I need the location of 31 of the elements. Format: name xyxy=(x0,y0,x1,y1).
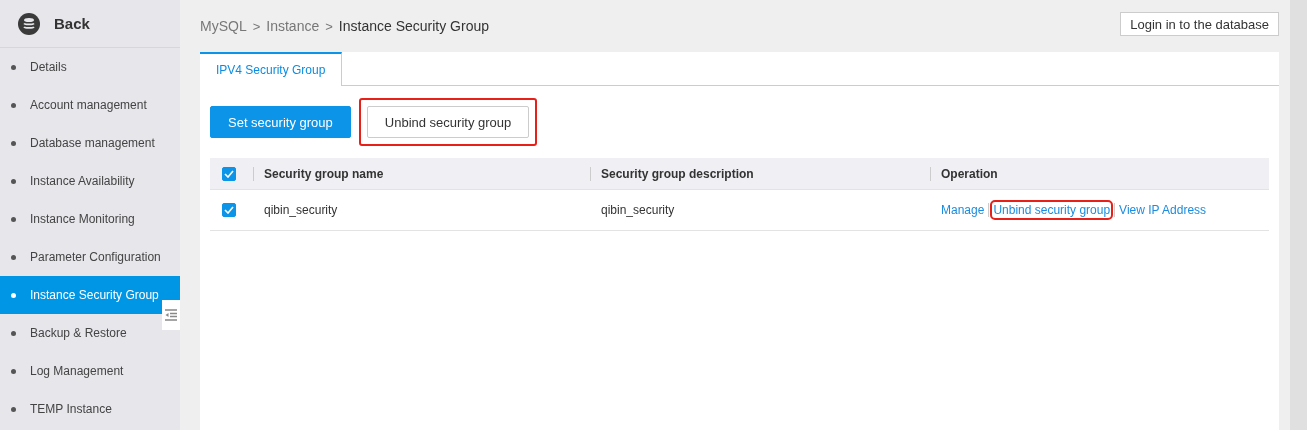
breadcrumb-item[interactable]: Instance xyxy=(266,18,320,34)
breadcrumb-separator: > xyxy=(252,18,261,34)
breadcrumb-item[interactable]: MySQL xyxy=(200,18,247,34)
breadcrumb-separator: > xyxy=(325,18,333,34)
collapse-handle[interactable] xyxy=(162,300,180,330)
sidebar-item[interactable]: Account management xyxy=(0,86,180,124)
action-button[interactable]: Unbind security group xyxy=(366,106,530,138)
login-button[interactable]: Login in to the database xyxy=(1120,12,1279,36)
tab[interactable]: IPV4 Security Group xyxy=(200,52,343,86)
sidebar-item[interactable]: Log Management xyxy=(0,352,180,390)
sidebar-item[interactable]: Backup & Restore xyxy=(0,314,180,352)
sidebar-item[interactable]: TEMP Instance xyxy=(0,390,180,428)
column-header: Security group description xyxy=(601,166,754,181)
column-header: Operation xyxy=(941,166,998,181)
table-cell-text: qibin_security xyxy=(263,203,338,217)
sidebar-item[interactable]: Parameter Configuration xyxy=(0,238,180,276)
collapse-icon xyxy=(165,309,177,321)
operation-link[interactable]: View IP Address xyxy=(1119,203,1207,217)
database-icon xyxy=(18,12,40,35)
table-cell-text: qibin_security xyxy=(600,203,675,217)
breadcrumb-item: Instance Security Group xyxy=(338,18,489,34)
operation-link[interactable]: Unbind security group xyxy=(993,203,1111,217)
sidebar-item[interactable]: Details xyxy=(0,48,180,86)
sidebar-item[interactable]: Database management xyxy=(0,124,180,162)
checkbox[interactable] xyxy=(222,166,236,181)
checkbox[interactable] xyxy=(222,203,236,217)
column-header: Security group name xyxy=(264,166,384,181)
sidebar-item[interactable]: Instance Monitoring xyxy=(0,200,180,238)
sidebar-item[interactable]: Instance Availability xyxy=(0,162,180,200)
operation-link[interactable]: Manage xyxy=(941,203,985,217)
back-link[interactable]: Back xyxy=(54,15,90,32)
